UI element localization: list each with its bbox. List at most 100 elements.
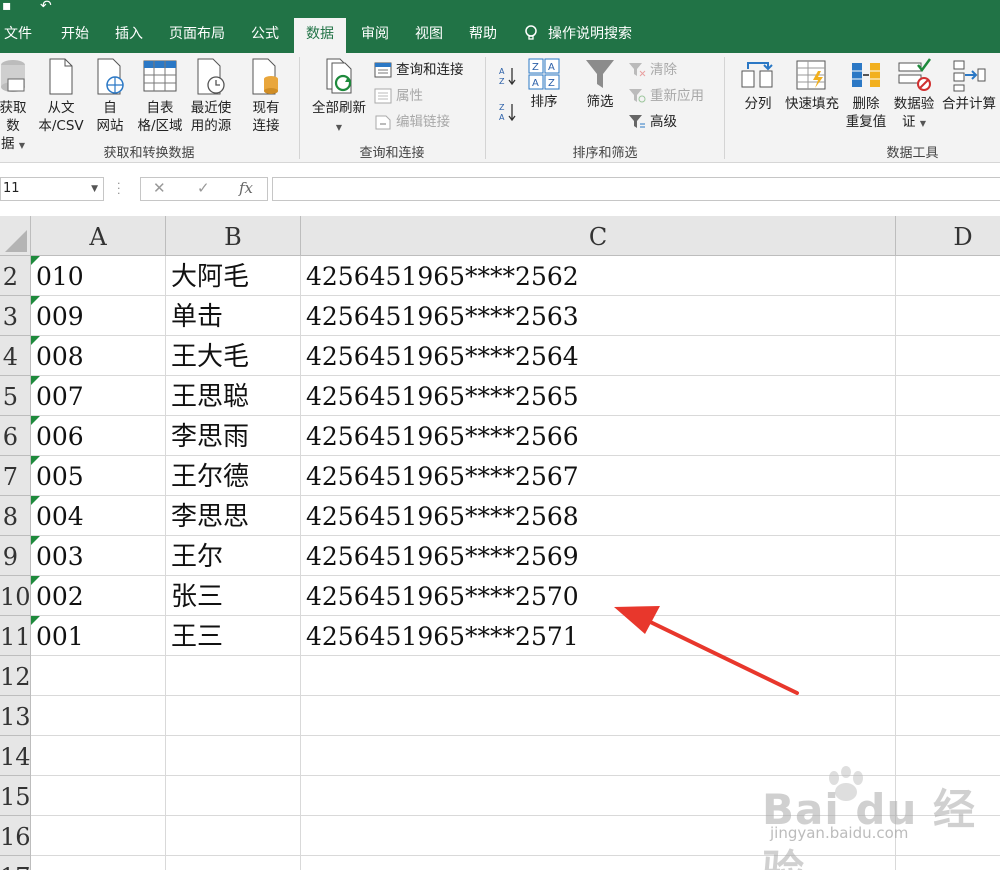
row-header[interactable]: 2 (0, 256, 31, 296)
row-header[interactable]: 8 (0, 496, 31, 536)
tell-me-search[interactable]: 操作说明搜索 (524, 18, 632, 53)
drag-handle-icon[interactable]: · · · (117, 178, 121, 199)
cell-a[interactable]: 003 (31, 536, 166, 576)
cell-d[interactable] (896, 336, 1000, 376)
cell-c[interactable]: 4256451965****2564 (301, 336, 896, 376)
cell-a[interactable]: 004 (31, 496, 166, 536)
row-header[interactable]: 3 (0, 296, 31, 336)
cell-a[interactable]: 008 (31, 336, 166, 376)
cell-d[interactable] (896, 816, 1000, 856)
flash-fill-button[interactable]: 快速填充 (780, 57, 844, 113)
recent-sources-button[interactable]: 最近使 用的源 (186, 57, 236, 135)
formula-input[interactable] (272, 177, 1000, 201)
cell-c[interactable]: 4256451965****2571 (301, 616, 896, 656)
existing-connections-button[interactable]: 现有 连接 (244, 57, 288, 135)
filter-button[interactable]: 筛选 (580, 57, 620, 111)
cell-b[interactable]: 单击 (166, 296, 301, 336)
text-number-flag-icon[interactable] (31, 256, 40, 265)
get-data-button[interactable]: 获取数 据 ▼ (0, 57, 32, 155)
cell-d[interactable] (896, 296, 1000, 336)
row-header[interactable]: 12 (0, 656, 31, 696)
cell-d[interactable] (896, 416, 1000, 456)
from-web-button[interactable]: 自 网站 (92, 57, 128, 135)
cell-c[interactable] (301, 696, 896, 736)
remove-duplicates-button[interactable]: 删除 重复值 (842, 57, 890, 131)
cell-c[interactable]: 4256451965****2569 (301, 536, 896, 576)
row-header[interactable]: 17 (0, 856, 31, 870)
text-number-flag-icon[interactable] (31, 456, 40, 465)
cell-d[interactable] (896, 536, 1000, 576)
cell-d[interactable] (896, 256, 1000, 296)
row-header[interactable]: 15 (0, 776, 31, 816)
row-header[interactable]: 11 (0, 616, 31, 656)
from-text-csv-button[interactable]: 从文 本/CSV (36, 57, 86, 135)
cell-c[interactable]: 4256451965****2568 (301, 496, 896, 536)
sort-ascending-button[interactable]: AZ (498, 65, 518, 87)
cell-a[interactable]: 007 (31, 376, 166, 416)
sort-button[interactable]: ZAAZ 排序 (524, 57, 564, 111)
text-number-flag-icon[interactable] (31, 576, 40, 585)
cancel-icon[interactable]: ✕ (153, 179, 166, 197)
cell-a[interactable] (31, 776, 166, 816)
properties-button[interactable]: 属性 (374, 85, 423, 107)
column-header-d[interactable]: D (896, 216, 1000, 256)
clear-filter-button[interactable]: 清除 (628, 59, 677, 81)
cell-c[interactable]: 4256451965****2570 (301, 576, 896, 616)
column-header-a[interactable]: A (31, 216, 166, 256)
cell-b[interactable]: 王三 (166, 616, 301, 656)
cell-d[interactable] (896, 696, 1000, 736)
cell-d[interactable] (896, 656, 1000, 696)
column-header-c[interactable]: C (301, 216, 896, 256)
tab-formulas[interactable]: 公式 (242, 18, 288, 53)
cell-a[interactable] (31, 736, 166, 776)
cell-c[interactable]: 4256451965****2565 (301, 376, 896, 416)
cell-b[interactable]: 李思思 (166, 496, 301, 536)
cell-d[interactable] (896, 576, 1000, 616)
cell-d[interactable] (896, 856, 1000, 870)
cell-d[interactable] (896, 736, 1000, 776)
advanced-filter-button[interactable]: 高级 (628, 111, 677, 133)
tab-data[interactable]: 数据 (294, 18, 346, 53)
cell-a[interactable] (31, 696, 166, 736)
text-number-flag-icon[interactable] (31, 616, 40, 625)
cell-b[interactable] (166, 736, 301, 776)
cell-c[interactable] (301, 776, 896, 816)
edit-links-button[interactable]: 编辑链接 (374, 111, 450, 133)
cell-d[interactable] (896, 616, 1000, 656)
sort-descending-button[interactable]: ZA (498, 101, 518, 123)
row-header[interactable]: 4 (0, 336, 31, 376)
refresh-all-button[interactable]: 全部刷新 ▼ (306, 57, 372, 137)
text-to-columns-button[interactable]: 分列 (738, 57, 778, 113)
cell-a[interactable]: 010 (31, 256, 166, 296)
row-header[interactable]: 10 (0, 576, 31, 616)
row-header[interactable]: 6 (0, 416, 31, 456)
cell-a[interactable]: 002 (31, 576, 166, 616)
cell-b[interactable]: 王尔德 (166, 456, 301, 496)
cell-b[interactable]: 李思雨 (166, 416, 301, 456)
name-box[interactable]: 11 ▼ (0, 177, 104, 201)
save-icon[interactable]: ▪ (2, 0, 12, 14)
tab-help[interactable]: 帮助 (460, 18, 506, 53)
tab-home[interactable]: 开始 (52, 18, 98, 53)
cell-a[interactable] (31, 656, 166, 696)
tab-insert[interactable]: 插入 (106, 18, 152, 53)
cell-b[interactable] (166, 816, 301, 856)
cell-c[interactable] (301, 816, 896, 856)
row-header[interactable]: 5 (0, 376, 31, 416)
cell-b[interactable]: 王大毛 (166, 336, 301, 376)
cell-c[interactable] (301, 656, 896, 696)
text-number-flag-icon[interactable] (31, 296, 40, 305)
undo-icon[interactable]: ↶ (40, 0, 52, 14)
tab-review[interactable]: 审阅 (352, 18, 398, 53)
tab-page-layout[interactable]: 页面布局 (160, 18, 234, 53)
select-all-button[interactable] (0, 216, 31, 256)
cell-b[interactable]: 张三 (166, 576, 301, 616)
cell-a[interactable] (31, 856, 166, 870)
row-header[interactable]: 16 (0, 816, 31, 856)
cell-d[interactable] (896, 376, 1000, 416)
insert-function-icon[interactable]: fx (239, 179, 253, 197)
tab-view[interactable]: 视图 (406, 18, 452, 53)
cell-a[interactable]: 009 (31, 296, 166, 336)
tab-file[interactable]: 文件 (0, 18, 36, 53)
cell-b[interactable]: 王思聪 (166, 376, 301, 416)
